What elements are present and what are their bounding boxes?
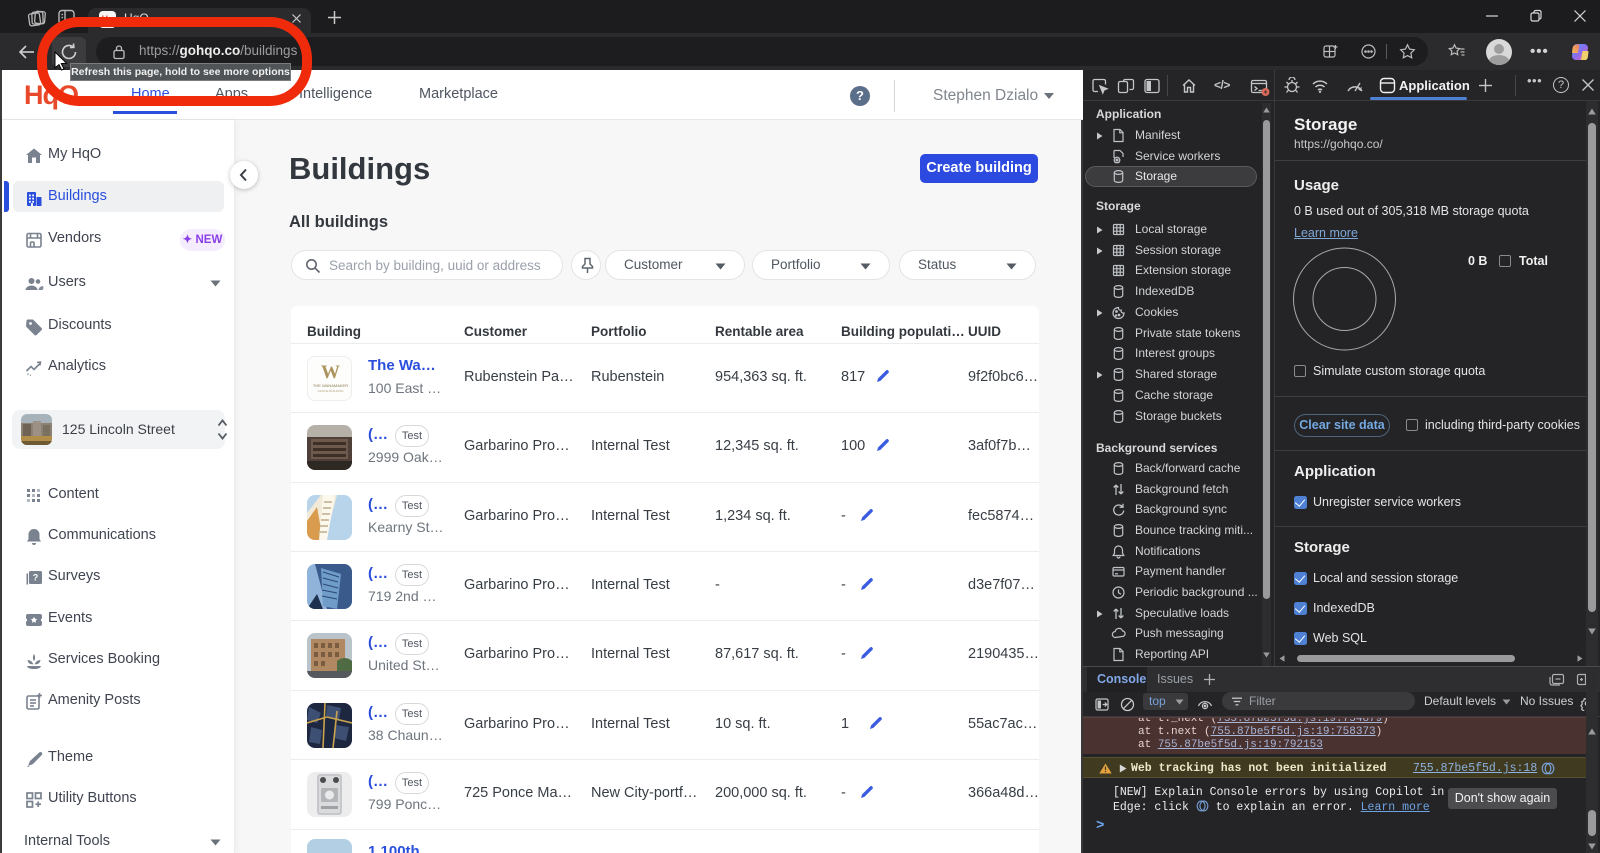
svg-text:?: ? — [33, 573, 39, 583]
